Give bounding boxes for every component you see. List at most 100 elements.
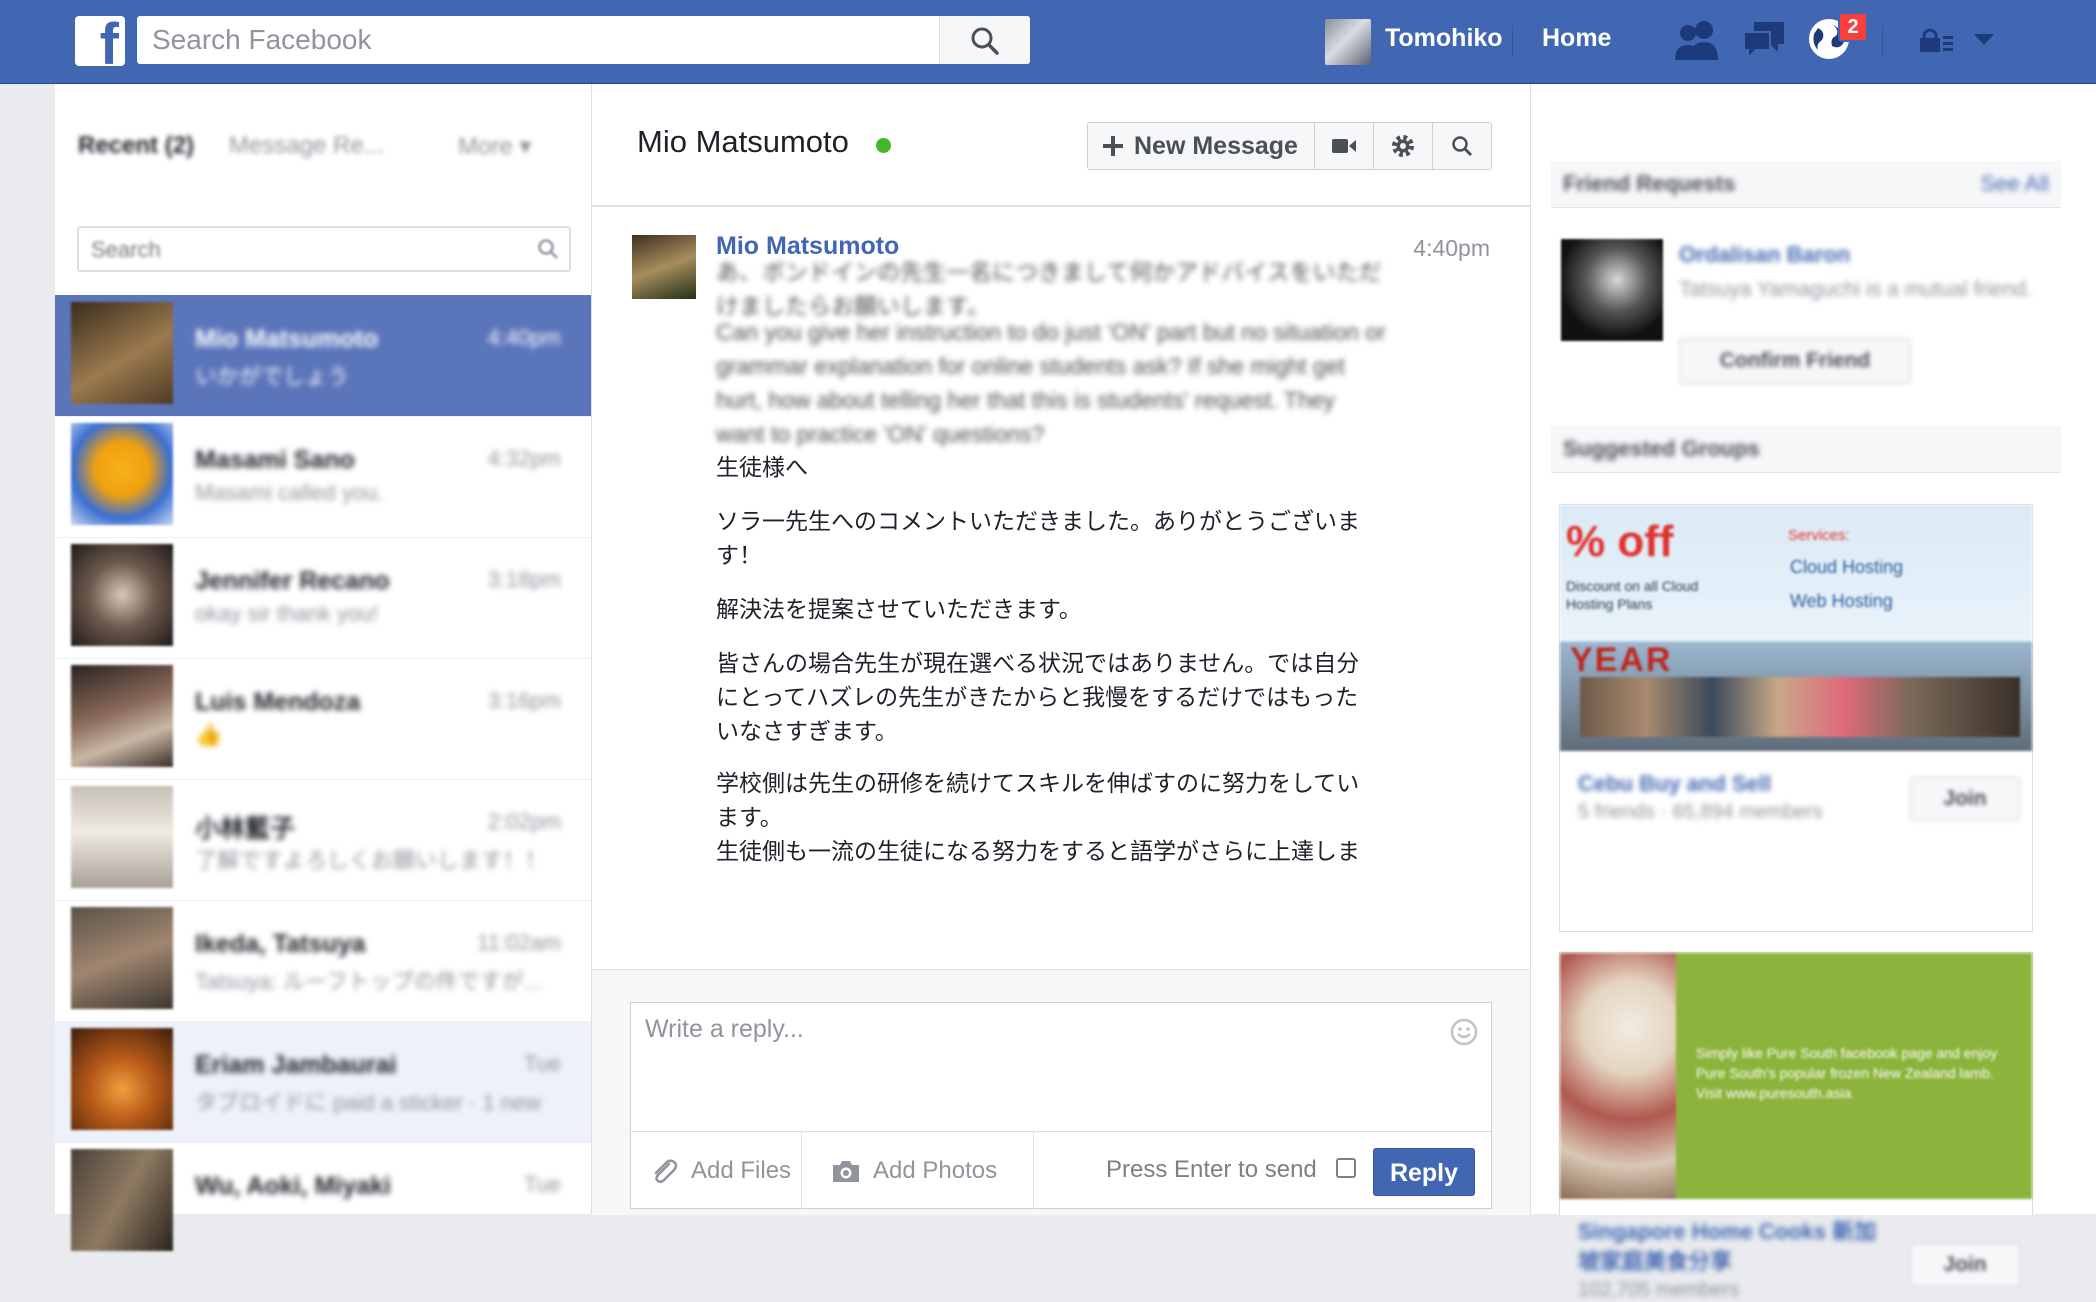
conversation-item[interactable]: Jennifer Recano okay sir thank you! 3:18… <box>55 537 591 659</box>
add-files-button[interactable]: Add Files <box>649 1132 791 1209</box>
conversation-time: 11:02am <box>477 930 561 955</box>
privacy-lock-icon[interactable] <box>1918 26 1956 54</box>
avatar <box>71 907 173 1009</box>
confirm-friend-button[interactable]: Confirm Friend <box>1679 338 1911 384</box>
toolbar-divider <box>1033 1132 1034 1209</box>
search-icon <box>1452 136 1473 157</box>
conversation-search <box>77 226 571 272</box>
conversation-preview: 了解ですよろしくお願いします！！ <box>195 848 548 873</box>
conversation-item[interactable]: Luis Mendoza 👍 3:16pm <box>55 658 591 780</box>
video-camera-icon <box>1331 139 1356 153</box>
conversation-item[interactable]: Wu, Aoki, Miyaki Tue <box>55 1142 591 1264</box>
ad-services-label: Services: <box>1788 527 1850 544</box>
home-link[interactable]: Home <box>1542 24 1611 53</box>
ad-service-item: Web Hosting <box>1790 591 1893 611</box>
tab-recent[interactable]: Recent (2) <box>78 132 194 160</box>
paperclip-icon <box>654 1158 678 1183</box>
conversation-name: Mio Matsumoto <box>195 325 379 353</box>
global-search <box>137 16 1030 64</box>
conversation-item[interactable]: Ikeda, Tatsuya Tatsuya: ルーフトップの件ですが... 1… <box>55 900 591 1022</box>
join-group-button[interactable]: Join <box>1910 777 2020 821</box>
avatar <box>71 544 173 646</box>
facebook-logo[interactable]: f <box>75 16 125 66</box>
ad-discount-subtext: Discount on all Cloud Hosting Plans <box>1566 578 1699 612</box>
conversation-time: 3:16pm <box>487 688 561 713</box>
group-ad-image[interactable]: % off Discount on all Cloud Hosting Plan… <box>1560 505 2032 751</box>
tab-message-requests[interactable]: Message Re... <box>229 132 384 160</box>
new-message-label: New Message <box>1134 131 1298 160</box>
message-text: 解決法を提案させていただきます。 <box>716 597 1082 623</box>
search-button[interactable] <box>939 16 1030 64</box>
tab-more[interactable]: More ▾ <box>458 132 531 161</box>
friend-request-avatar[interactable] <box>1561 239 1663 341</box>
friend-request-name-link[interactable]: Ordalisan Baron <box>1679 242 1850 268</box>
conversation-name: Luis Mendoza <box>195 688 361 716</box>
notification-count-badge: 2 <box>1838 12 1868 42</box>
group-name-link[interactable]: Cebu Buy and Sell <box>1578 769 1878 799</box>
reply-input[interactable] <box>641 1003 1421 1115</box>
messages-icon[interactable] <box>1740 18 1788 62</box>
chat-header: Mio Matsumoto New Message <box>592 84 1530 207</box>
mutual-friend-text: Tatsuya Yamaguchi is a mutual friend. <box>1679 278 2032 301</box>
friend-requests-header: Friend Requests See All <box>1551 161 2061 208</box>
ad-food-photo <box>1560 953 1676 1199</box>
new-message-button[interactable]: New Message <box>1088 123 1315 169</box>
group-name-link[interactable]: Singapore Home Cooks 新加坡家庭美食分享 <box>1578 1217 1898 1277</box>
group-meta: 102,705 members <box>1578 1279 1740 1301</box>
suggested-groups-title: Suggested Groups <box>1563 436 1760 461</box>
search-icon <box>538 239 558 259</box>
conversation-name: Ikeda, Tatsuya <box>195 930 366 958</box>
reply-toolbar: Add Files Add Photos Press Enter to send… <box>631 1131 1491 1209</box>
avatar <box>71 1149 173 1251</box>
avatar <box>71 1028 173 1130</box>
profile-link[interactable]: Tomohiko <box>1385 24 1503 53</box>
conversation-preview: okay sir thank you! <box>195 601 379 626</box>
camera-icon <box>833 1160 859 1182</box>
ad-promo-text: Simply like Pure South facebook page and… <box>1696 1045 1998 1101</box>
account-menu-chevron-down-icon[interactable] <box>1972 32 1996 48</box>
message-text: 生徒様へ <box>716 455 808 481</box>
message-thread: Mio Matsumoto 4:40pm あ、ボンドインの先生一名につきまして何… <box>592 207 1530 967</box>
group-card: % off Discount on all Cloud Hosting Plan… <box>1559 504 2033 932</box>
add-photos-button[interactable]: Add Photos <box>831 1132 997 1209</box>
reply-button[interactable]: Reply <box>1373 1148 1475 1196</box>
conversation-item[interactable]: 小林藍子 了解ですよろしくお願いします！！ 2:02pm <box>55 779 591 901</box>
conversation-item[interactable]: Eriam Jambaurai タブロイドに paid a sticker · … <box>55 1021 591 1143</box>
message-text: ソラ一先生へのコメントいただきました。ありがとうございます！ <box>716 509 1360 569</box>
group-card: Simply like Pure South facebook page and… <box>1559 952 2033 1301</box>
chat-title[interactable]: Mio Matsumoto <box>637 124 849 160</box>
conversation-item[interactable]: Masami Sano Masami called you. 4:32pm <box>55 416 591 538</box>
ad-service-item: Cloud Hosting <box>1790 557 1904 577</box>
nav-divider <box>1882 26 1883 56</box>
chat-settings-button[interactable] <box>1374 123 1433 169</box>
message-text: 生徒側も一流の生徒になる努力をすると語学がさらに上達しま <box>716 839 1360 865</box>
conversation-item[interactable]: Mio Matsumoto いかがでしょう 4:40pm <box>55 295 591 417</box>
friend-requests-icon[interactable] <box>1672 18 1722 62</box>
ad-year-text: YEAR <box>1570 641 1673 679</box>
search-conversation-button[interactable] <box>1433 123 1491 169</box>
conversation-name: Wu, Aoki, Miyaki <box>195 1172 391 1200</box>
reply-box: Add Files Add Photos Press Enter to send… <box>630 1002 1492 1209</box>
join-group-button[interactable]: Join <box>1910 1243 2020 1287</box>
conversation-time: 2:02pm <box>487 809 561 834</box>
toolbar-divider <box>801 1132 802 1209</box>
online-status-dot <box>876 138 891 153</box>
see-all-link[interactable]: See All <box>1981 171 2050 197</box>
profile-avatar[interactable] <box>1325 19 1371 65</box>
message-text: 皆さんの場合先生が現在選べる状況ではありません。では自分にとってハズレの先生がき… <box>716 651 1360 745</box>
conversation-tabs: Recent (2) Message Re... More ▾ <box>55 84 591 204</box>
video-call-button[interactable] <box>1315 123 1374 169</box>
conversation-time: Tue <box>523 1051 561 1076</box>
avatar <box>71 786 173 888</box>
ad-discount-text: % off <box>1566 517 1674 566</box>
conversation-preview: Tatsuya: ルーフトップの件ですが... <box>195 969 543 994</box>
sender-avatar[interactable] <box>632 235 696 299</box>
press-enter-to-send-checkbox[interactable] <box>1336 1158 1356 1178</box>
group-ad-image[interactable]: Simply like Pure South facebook page and… <box>1560 953 2032 1199</box>
conversation-search-input[interactable] <box>89 228 513 272</box>
search-input[interactable] <box>137 16 937 64</box>
conversation-name: Jennifer Recano <box>195 567 390 595</box>
conversation-preview: 👍 <box>195 722 223 747</box>
emoji-smiley-icon[interactable] <box>1449 1017 1479 1047</box>
avatar <box>71 665 173 767</box>
